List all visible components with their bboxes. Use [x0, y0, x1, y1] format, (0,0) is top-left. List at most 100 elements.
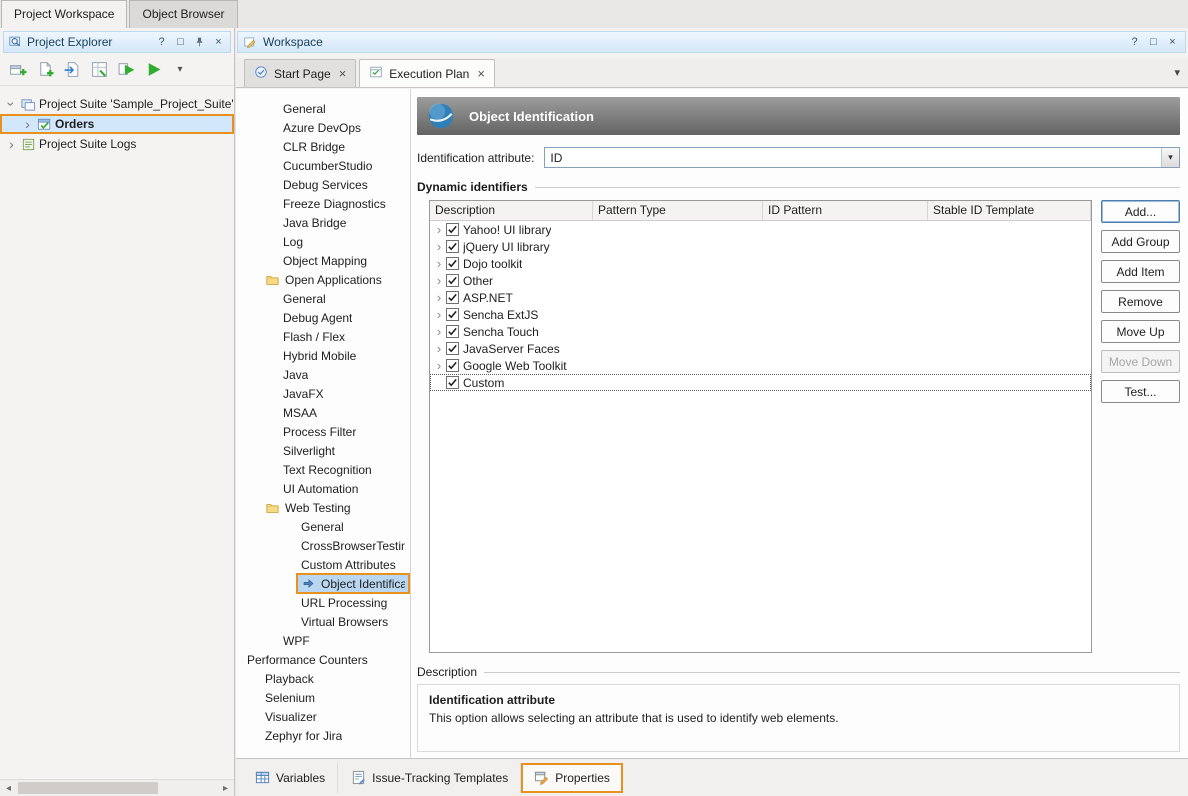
identifier-row-custom[interactable]: Custom: [430, 374, 1091, 391]
settings-item-freeze-diagnostics[interactable]: Freeze Diagnostics: [236, 194, 410, 213]
checkbox[interactable]: [446, 240, 459, 253]
scrollbar-thumb[interactable]: [18, 782, 158, 794]
identifier-row-javaserver-faces[interactable]: ›JavaServer Faces: [430, 340, 1091, 357]
chevron-right-icon[interactable]: ›: [433, 274, 445, 287]
chevron-right-icon[interactable]: ›: [433, 223, 445, 236]
column-header-description[interactable]: Description: [430, 201, 593, 220]
settings-item-url-processing[interactable]: URL Processing: [236, 593, 410, 612]
settings-item-ui-automation[interactable]: UI Automation: [236, 479, 410, 498]
chevron-right-icon[interactable]: ›: [433, 359, 445, 372]
settings-item-msaa[interactable]: MSAA: [236, 403, 410, 422]
settings-item-process-filter[interactable]: Process Filter: [236, 422, 410, 441]
move-up-button[interactable]: Move Up: [1101, 320, 1180, 343]
float-icon[interactable]: □: [1147, 35, 1160, 49]
move-down-button[interactable]: Move Down: [1101, 350, 1180, 373]
identifier-row-sencha-extjs[interactable]: ›Sencha ExtJS: [430, 306, 1091, 323]
settings-item-object-identification[interactable]: Object Identification: [236, 574, 410, 593]
settings-item-object-mapping[interactable]: Object Mapping: [236, 251, 410, 270]
checkbox[interactable]: [446, 342, 459, 355]
add-button[interactable]: Add...: [1101, 200, 1180, 223]
identifier-row-other[interactable]: ›Other: [430, 272, 1091, 289]
chevron-right-icon[interactable]: ›: [433, 325, 445, 338]
combo-dropdown-icon[interactable]: ▾: [1161, 148, 1179, 167]
settings-item-hybrid-mobile[interactable]: Hybrid Mobile: [236, 346, 410, 365]
settings-item-virtual-browsers[interactable]: Virtual Browsers: [236, 612, 410, 631]
identifier-row-jquery-ui-library[interactable]: ›jQuery UI library: [430, 238, 1091, 255]
help-icon[interactable]: ?: [1128, 35, 1141, 49]
settings-item-text-recognition[interactable]: Text Recognition: [236, 460, 410, 479]
close-icon[interactable]: ×: [1166, 35, 1179, 49]
settings-item-selenium[interactable]: Selenium: [236, 688, 410, 707]
chevron-right-icon[interactable]: ›: [433, 240, 445, 253]
identifier-row-sencha-touch[interactable]: ›Sencha Touch: [430, 323, 1091, 340]
settings-item-playback[interactable]: Playback: [236, 669, 410, 688]
settings-item-open-applications[interactable]: Open Applications: [236, 270, 410, 289]
add-item-button[interactable]: Add Item: [1101, 260, 1180, 283]
scroll-left-icon[interactable]: ◂: [0, 780, 17, 796]
add-new-item-icon[interactable]: [33, 57, 57, 81]
bottom-tab-variables[interactable]: Variables: [242, 763, 338, 793]
test-button[interactable]: Test...: [1101, 380, 1180, 403]
scroll-right-icon[interactable]: ▸: [217, 780, 234, 796]
checkbox[interactable]: [446, 359, 459, 372]
chevron-right-icon[interactable]: ›: [433, 257, 445, 270]
settings-item-general[interactable]: General: [236, 517, 410, 536]
chevron-right-icon[interactable]: ›: [22, 117, 33, 131]
checkbox[interactable]: [446, 223, 459, 236]
settings-item-general[interactable]: General: [236, 99, 410, 118]
chevron-right-icon[interactable]: ›: [433, 291, 445, 304]
settings-item-cucumberstudio[interactable]: CucumberStudio: [236, 156, 410, 175]
settings-item-log[interactable]: Log: [236, 232, 410, 251]
settings-item-debug-services[interactable]: Debug Services: [236, 175, 410, 194]
settings-item-performance-counters[interactable]: Performance Counters: [236, 650, 410, 669]
doc-tab-execution-plan[interactable]: Execution Plan×: [359, 59, 495, 87]
settings-item-clr-bridge[interactable]: CLR Bridge: [236, 137, 410, 156]
tab-close-icon[interactable]: ×: [339, 67, 347, 80]
settings-item-java[interactable]: Java: [236, 365, 410, 384]
run-project-icon[interactable]: [141, 57, 165, 81]
add-group-button[interactable]: Add Group: [1101, 230, 1180, 253]
settings-item-visualizer[interactable]: Visualizer: [236, 707, 410, 726]
identifier-row-yahoo-ui-library[interactable]: ›Yahoo! UI library: [430, 221, 1091, 238]
column-header-id-pattern[interactable]: ID Pattern: [763, 201, 928, 220]
pin-icon[interactable]: [193, 35, 206, 49]
doc-tab-start-page[interactable]: Start Page×: [244, 59, 356, 87]
chevron-down-icon[interactable]: ›: [5, 99, 19, 110]
project-tree-item-project-suite-logs[interactable]: ›Project Suite Logs: [0, 134, 234, 154]
float-icon[interactable]: □: [174, 35, 187, 49]
settings-item-silverlight[interactable]: Silverlight: [236, 441, 410, 460]
add-project-suite-icon[interactable]: [6, 57, 30, 81]
column-header-pattern-type[interactable]: Pattern Type: [593, 201, 763, 220]
horizontal-scrollbar[interactable]: ◂ ▸: [0, 779, 234, 796]
settings-item-custom-attributes[interactable]: Custom Attributes: [236, 555, 410, 574]
chevron-right-icon[interactable]: ›: [433, 308, 445, 321]
bottom-tab-issue-tracking-templates[interactable]: Issue-Tracking Templates: [338, 763, 521, 793]
top-tab-project-workspace[interactable]: Project Workspace: [1, 0, 127, 28]
settings-item-flash-flex[interactable]: Flash / Flex: [236, 327, 410, 346]
bottom-tab-properties[interactable]: Properties: [521, 763, 623, 793]
remove-button[interactable]: Remove: [1101, 290, 1180, 313]
keyword-test-icon[interactable]: [87, 57, 111, 81]
identifier-row-google-web-toolkit[interactable]: ›Google Web Toolkit: [430, 357, 1091, 374]
project-tree-item-project-suite-sample-project-suite-1-p[interactable]: ›Project Suite 'Sample_Project_Suite' (1…: [0, 94, 234, 114]
close-icon[interactable]: ×: [212, 35, 225, 49]
settings-item-web-testing[interactable]: Web Testing: [236, 498, 410, 517]
settings-item-java-bridge[interactable]: Java Bridge: [236, 213, 410, 232]
settings-item-debug-agent[interactable]: Debug Agent: [236, 308, 410, 327]
checkbox[interactable]: [446, 325, 459, 338]
settings-item-wpf[interactable]: WPF: [236, 631, 410, 650]
project-tree-item-orders[interactable]: ›Orders: [0, 114, 234, 134]
settings-item-zephyr-for-jira[interactable]: Zephyr for Jira: [236, 726, 410, 745]
checkbox[interactable]: [446, 274, 459, 287]
settings-item-crossbrowsertesting[interactable]: CrossBrowserTesting: [236, 536, 410, 555]
checkbox[interactable]: [446, 376, 459, 389]
chevron-right-icon[interactable]: ›: [433, 342, 445, 355]
checkbox[interactable]: [446, 291, 459, 304]
open-item-icon[interactable]: [60, 57, 84, 81]
column-header-stable-id-template[interactable]: Stable ID Template: [928, 201, 1091, 220]
identifier-row-asp-net[interactable]: ›ASP.NET: [430, 289, 1091, 306]
tab-close-icon[interactable]: ×: [477, 67, 485, 80]
identification-attribute-select[interactable]: ID ▾: [544, 147, 1180, 168]
identifier-row-dojo-toolkit[interactable]: ›Dojo toolkit: [430, 255, 1091, 272]
toolbar-dropdown-icon[interactable]: ▾: [168, 57, 192, 81]
